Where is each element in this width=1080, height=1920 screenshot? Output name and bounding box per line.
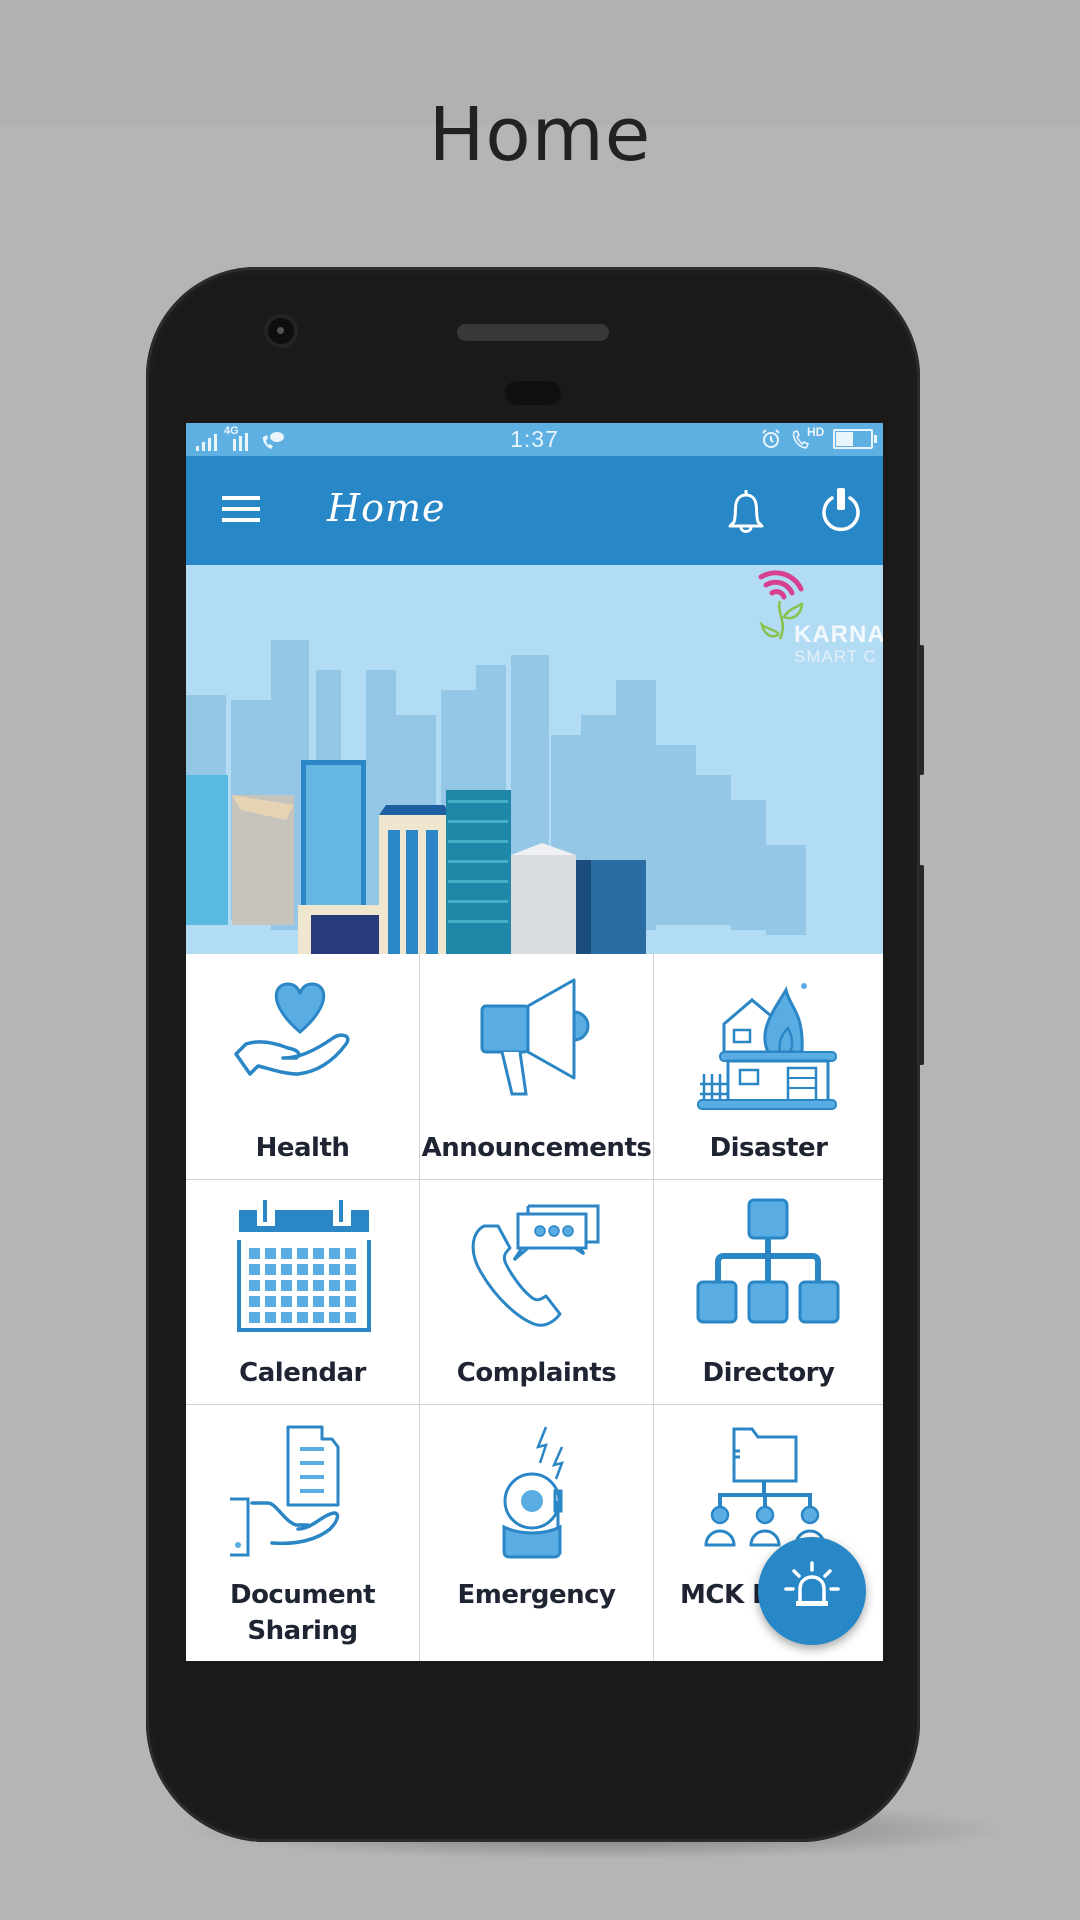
status-bar: 4G 1:37 HD	[186, 423, 883, 456]
phone-volume-button	[918, 645, 924, 775]
phone-screen: 4G 1:37 HD Home KARNA SMART C Health Ann…	[186, 423, 883, 1661]
grid-item-label: Emergency	[457, 1580, 616, 1610]
calendar-day-square	[248, 1248, 260, 1259]
proximity-sensor	[505, 381, 561, 405]
calendar-day-square	[328, 1264, 340, 1275]
grid-item-health[interactable]: Health	[186, 954, 420, 1180]
alarm-icon	[762, 429, 780, 448]
hierarchy-icon	[696, 1198, 839, 1324]
calendar-day-square	[296, 1280, 308, 1291]
siren-icon	[784, 1561, 840, 1606]
grid-item-document-sharing[interactable]: Document Sharing	[186, 1405, 420, 1661]
logo-subtitle: SMART C	[794, 647, 877, 666]
calendar-day-square	[296, 1248, 308, 1259]
calendar-day-square	[264, 1264, 276, 1275]
grid-item-label: Calendar	[239, 1358, 366, 1388]
grid-item-complaints[interactable]: Complaints	[420, 1180, 654, 1405]
calendar-day-square	[328, 1296, 340, 1307]
page-title: Home	[428, 92, 652, 178]
calendar-day-square	[344, 1280, 356, 1291]
app-bar-title: Home	[327, 486, 446, 530]
calendar-day-square	[344, 1248, 356, 1259]
calendar-day-square	[264, 1280, 276, 1291]
alarm-bell-icon	[502, 1426, 564, 1559]
menu-button[interactable]	[222, 496, 260, 522]
calendar-day-square	[312, 1312, 324, 1323]
phone-power-button	[918, 865, 924, 1065]
status-right-icons: HD	[761, 425, 877, 451]
battery-level	[836, 432, 853, 446]
calendar-day-square	[328, 1280, 340, 1291]
calendar-day-square	[264, 1248, 276, 1259]
grid-item-directory[interactable]: Directory	[654, 1180, 883, 1405]
megaphone-icon	[480, 978, 589, 1096]
calendar-day-square	[328, 1312, 340, 1323]
grid-item-announcements[interactable]: Announcements	[420, 954, 654, 1180]
logout-button[interactable]	[818, 486, 864, 536]
house-fire-icon	[696, 983, 837, 1110]
calendar-day-square	[312, 1264, 324, 1275]
calendar-day-square	[296, 1296, 308, 1307]
calendar-day-square	[312, 1296, 324, 1307]
calendar-day-square	[296, 1264, 308, 1275]
karnataka-smart-city-logo: KARNA SMART C	[756, 567, 883, 667]
app-bar: Home	[186, 456, 883, 565]
logo-title: KARNA	[794, 621, 883, 648]
calendar-day-square	[248, 1312, 260, 1323]
calendar-day-square	[312, 1248, 324, 1259]
calendar-day-square	[264, 1296, 276, 1307]
calendar-day-square	[296, 1312, 308, 1323]
calendar-day-square	[312, 1280, 324, 1291]
grid-item-disaster[interactable]: Disaster	[654, 954, 883, 1180]
calendar-day-square	[280, 1248, 292, 1259]
grid-item-label: Announcements	[421, 1133, 652, 1163]
calendar-day-square	[344, 1296, 356, 1307]
document-hand-icon	[229, 1425, 339, 1557]
notifications-button[interactable]	[724, 486, 768, 536]
grid-item-label: Disaster	[709, 1133, 828, 1163]
menu-icon	[222, 496, 260, 500]
calendar-icon	[236, 1200, 371, 1332]
calendar-day-square	[328, 1248, 340, 1259]
calendar-day-square	[248, 1264, 260, 1275]
city-banner: KARNA SMART C	[186, 565, 883, 954]
calendar-day-square	[280, 1296, 292, 1307]
battery-icon	[833, 429, 877, 449]
grid-item-emergency[interactable]: Emergency	[420, 1405, 654, 1661]
grid-item-label: Health	[255, 1133, 350, 1163]
emergency-siren-button[interactable]	[758, 1537, 866, 1645]
calendar-day-square	[344, 1312, 356, 1323]
notification-bell-icon	[728, 490, 764, 533]
grid-item-label: Directory	[702, 1358, 835, 1388]
calendar-day-square	[280, 1312, 292, 1323]
calendar-day-square	[248, 1296, 260, 1307]
calendar-day-square	[344, 1264, 356, 1275]
heart-in-hand-icon	[233, 982, 350, 1076]
power-icon	[822, 488, 860, 532]
calendar-day-square	[280, 1264, 292, 1275]
grid-item-calendar[interactable]: Calendar	[186, 1180, 420, 1405]
earpiece-speaker	[457, 324, 609, 341]
calendar-day-square	[264, 1312, 276, 1323]
volte-hd-icon: HD	[791, 425, 824, 450]
grid-item-label: Document Sharing	[229, 1580, 376, 1646]
phone-chat-icon	[471, 1204, 599, 1327]
grid-item-label: Complaints	[456, 1358, 617, 1388]
calendar-day-square	[248, 1280, 260, 1291]
front-camera	[268, 318, 294, 344]
calendar-day-square	[280, 1280, 292, 1291]
